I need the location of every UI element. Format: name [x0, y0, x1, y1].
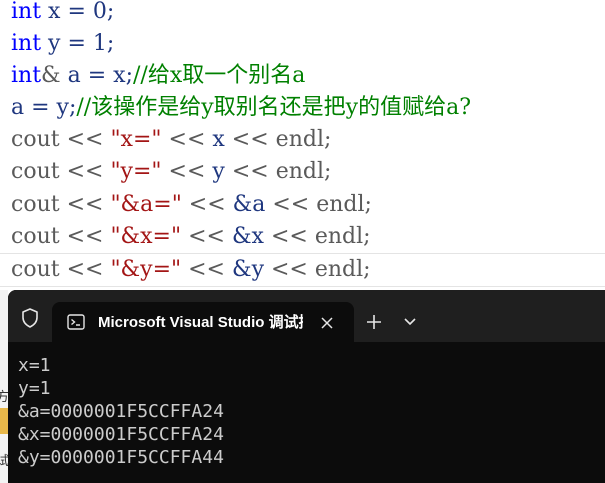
string-literal: "&y=" — [110, 257, 182, 282]
stream-operator: << — [264, 257, 315, 282]
output-line: x=1 — [18, 355, 51, 376]
stream-operator: << — [161, 127, 213, 152]
variable-token: x — [212, 127, 225, 152]
stream-operator: << — [181, 224, 232, 249]
stream-operator: << — [224, 127, 276, 152]
tab-title: Microsoft Visual Studio 调试控制台 — [98, 314, 303, 331]
stream-operator: << — [161, 159, 213, 184]
endl-token: endl — [314, 257, 364, 282]
variable-token: &x — [231, 224, 264, 249]
stream-operator: << — [59, 127, 111, 152]
cout-token: cout — [11, 224, 60, 249]
endl-token: endl — [275, 159, 325, 184]
terminal-tab[interactable]: Microsoft Visual Studio 调试控制台 — [52, 302, 354, 342]
semicolon: ; — [363, 224, 371, 249]
code-text: x = 0; — [41, 0, 115, 24]
background-text: 方 — [0, 389, 8, 402]
code-line[interactable]: cout << "x=" << x << endl; — [11, 124, 331, 156]
background-window-edge: 方 试 — [0, 290, 8, 483]
cout-token: cout — [11, 257, 60, 282]
code-line[interactable]: cout << "&x=" << &x << endl; — [11, 221, 371, 253]
code-line[interactable]: a = y;//该操作是给y取别名还是把y的值赋给a? — [11, 92, 471, 124]
cout-token: cout — [11, 159, 60, 184]
terminal-titlebar[interactable]: Microsoft Visual Studio 调试控制台 — [8, 290, 605, 342]
stream-operator: << — [263, 224, 315, 249]
semicolon: ; — [324, 159, 332, 184]
close-icon[interactable] — [314, 310, 340, 336]
code-editor[interactable]: int x = 0; int y = 1; int& a = x;//给x取一个… — [0, 0, 605, 290]
variable-token: &a — [232, 192, 266, 217]
string-literal: "x=" — [110, 127, 162, 152]
stream-operator: << — [224, 159, 276, 184]
string-literal: "&x=" — [110, 224, 182, 249]
background-text: 试 — [0, 453, 8, 466]
semicolon: ; — [364, 192, 372, 217]
output-line: &x=0000001F5CCFFA24 — [18, 424, 224, 445]
code-line[interactable]: cout << "y=" << y << endl; — [11, 156, 331, 188]
keyword-int: int — [11, 31, 42, 56]
stream-operator: << — [59, 224, 111, 249]
chevron-down-icon[interactable] — [396, 308, 424, 336]
console-output[interactable]: x=1 y=1 &a=0000001F5CCFFA24 &x=0000001F5… — [18, 354, 605, 483]
code-line-current[interactable]: cout << "&y=" << &y << endl; — [0, 253, 605, 287]
endl-token: endl — [275, 127, 324, 152]
semicolon: ; — [363, 257, 371, 282]
cout-token: cout — [11, 192, 60, 217]
plus-icon[interactable] — [360, 308, 388, 336]
stream-operator: << — [265, 192, 317, 217]
stream-operator: << — [181, 257, 232, 282]
code-line[interactable]: int y = 1; — [11, 28, 114, 60]
keyword-int: int — [11, 63, 42, 88]
output-line: &y=0000001F5CCFFA44 — [18, 447, 224, 468]
output-line: y=1 — [18, 378, 51, 399]
ref-operator: & — [41, 63, 61, 88]
stream-operator: << — [59, 192, 111, 217]
stream-operator: << — [59, 159, 111, 184]
code-text: a = y; — [11, 95, 77, 120]
terminal-window[interactable]: Microsoft Visual Studio 调试控制台 x=1 y=1 &a… — [8, 290, 605, 483]
code-line[interactable]: int& a = x;//给x取一个别名a — [11, 60, 305, 92]
code-line[interactable]: int x = 0; — [11, 0, 114, 28]
variable-token: y — [212, 159, 225, 184]
code-comment: //给x取一个别名a — [133, 63, 306, 88]
endl-token: endl — [314, 224, 364, 249]
variable-token: &y — [231, 257, 264, 282]
cout-token: cout — [11, 127, 60, 152]
code-text: a = x; — [60, 63, 133, 88]
console-icon — [66, 312, 86, 332]
stream-operator: << — [181, 192, 233, 217]
output-line: &a=0000001F5CCFFA24 — [18, 401, 224, 422]
code-text: y = 1; — [41, 31, 115, 56]
stream-operator: << — [59, 257, 111, 282]
semicolon: ; — [323, 127, 332, 152]
endl-token: endl — [316, 192, 365, 217]
string-literal: "y=" — [110, 159, 162, 184]
background-highlight — [0, 408, 8, 434]
code-line[interactable]: cout << "&a=" << &a << endl; — [11, 189, 372, 221]
shield-icon[interactable] — [16, 304, 44, 332]
string-literal: "&a=" — [110, 192, 182, 217]
keyword-int: int — [11, 0, 42, 24]
code-comment: //该操作是给y取别名还是把y的值赋给a? — [76, 95, 471, 120]
